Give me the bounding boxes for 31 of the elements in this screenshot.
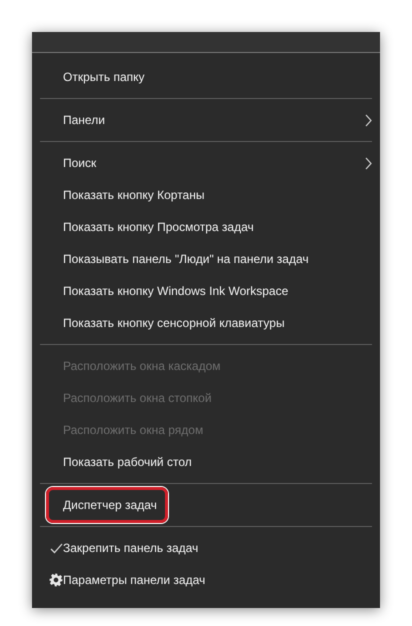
menu-item[interactable]: Показать рабочий стол — [40, 446, 372, 478]
menu-item[interactable]: Показать кнопку Просмотра задач — [40, 211, 372, 243]
menu-item[interactable]: Панели — [40, 104, 372, 136]
menu-item-label: Показать кнопку Просмотра задач — [63, 219, 254, 236]
menu-item-label: Диспетчер задач — [63, 497, 157, 514]
menu-item[interactable]: Диспетчер задач — [40, 489, 372, 521]
chevron-right-icon — [365, 114, 372, 127]
menu-item-label: Показать кнопку Windows Ink Workspace — [63, 283, 288, 300]
menu-item[interactable]: Открыть папку — [32, 61, 380, 93]
menu-item-label: Панели — [63, 112, 105, 129]
menu-item-label: Показать рабочий стол — [63, 454, 192, 471]
check-icon — [50, 543, 63, 554]
menu-item[interactable]: Поиск — [40, 147, 372, 179]
menu-item-label: Показать кнопку сенсорной клавиатуры — [63, 315, 285, 332]
settings-icon — [49, 573, 63, 587]
menu-item[interactable]: Показывать панель "Люди" на панели задач — [40, 243, 372, 275]
menu-item-label: Показать кнопку Кортаны — [63, 187, 204, 204]
chevron-right-icon — [365, 157, 372, 170]
menu-item-label: Параметры панели задач — [63, 572, 206, 589]
menu-item[interactable]: Показать кнопку Кортаны — [40, 179, 372, 211]
menu-item-label: Расположить окна стопкой — [63, 390, 212, 407]
menu-item[interactable]: Показать кнопку сенсорной клавиатуры — [40, 307, 372, 339]
menu-item[interactable]: Показать кнопку Windows Ink Workspace — [40, 275, 372, 307]
menu-item-label: Расположить окна рядом — [63, 422, 204, 439]
menu-item-label: Открыть папку — [63, 69, 145, 86]
menu-item[interactable]: Параметры панели задач — [40, 564, 372, 596]
menu-item-label: Расположить окна каскадом — [63, 358, 221, 375]
menu-item-label: Закрепить панель задач — [63, 540, 198, 557]
menu-item[interactable]: Закрепить панель задач — [40, 532, 372, 564]
menu-item-label: Поиск — [63, 155, 96, 172]
menu-item-label: Показывать панель "Люди" на панели задач — [63, 251, 309, 268]
